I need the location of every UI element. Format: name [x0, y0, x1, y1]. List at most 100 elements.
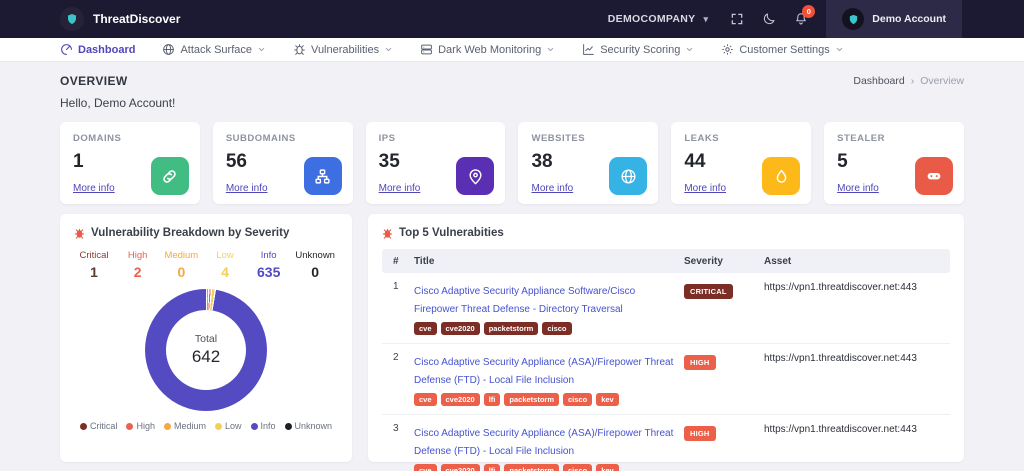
vulnerability-title-link[interactable]: Cisco Adaptive Security Appliance (ASA)/…	[414, 357, 673, 386]
row-severity-cell: CRITICAL	[684, 281, 764, 299]
row-asset: https://vpn1.threatdiscover.net:443	[764, 281, 950, 293]
tag-badge: kev	[596, 393, 619, 406]
severity-stat-label: Low	[208, 250, 242, 261]
row-number: 2	[382, 352, 414, 363]
bug-icon	[74, 228, 85, 239]
severity-stat-value: 4	[208, 264, 242, 280]
row-title-cell: Cisco Adaptive Security Appliance (ASA)/…	[414, 352, 684, 406]
breadcrumb: Dashboard › Overview	[853, 75, 964, 87]
severity-badge: HIGH	[684, 426, 716, 441]
stat-card-label: IPS	[379, 133, 493, 144]
panel-title: Top 5 Vulnerabities	[399, 227, 504, 239]
bug-icon	[293, 43, 306, 56]
nav-item-customer-settings[interactable]: Customer Settings	[721, 43, 843, 56]
more-info-link[interactable]: More info	[531, 183, 573, 194]
dark-mode-moon-icon[interactable]	[762, 12, 776, 26]
notifications-bell-icon[interactable]: 0	[794, 12, 808, 26]
breadcrumb-current: Overview	[920, 75, 964, 87]
nav-item-attack-surface[interactable]: Attack Surface	[162, 43, 266, 56]
chevron-down-icon	[685, 45, 694, 54]
caret-down-icon: ▾	[703, 14, 708, 25]
breadcrumb-dashboard[interactable]: Dashboard	[853, 75, 904, 87]
chart-line-icon	[582, 43, 595, 56]
severity-stat-label: Info	[252, 250, 286, 261]
server-icon	[420, 43, 433, 56]
tag-badge: cve	[414, 464, 437, 471]
severity-stat-critical: Critical 1	[77, 250, 111, 280]
severity-stat-label: Unknown	[295, 250, 335, 261]
severity-stat-info: Info635	[252, 250, 286, 280]
severity-stat-value: 0	[164, 264, 198, 280]
legend-dot-icon	[251, 423, 258, 430]
chevron-down-icon	[835, 45, 844, 54]
nav-label: Dashboard	[78, 44, 135, 56]
link-icon	[151, 157, 189, 195]
severity-stat-value: 2	[121, 264, 155, 280]
chevron-down-icon	[546, 45, 555, 54]
more-info-link[interactable]: More info	[379, 183, 421, 194]
nav-item-vulnerabilities[interactable]: Vulnerabilities	[293, 43, 393, 56]
severity-badge: CRITICAL	[684, 284, 733, 299]
table-body: 1Cisco Adaptive Security Appliance Softw…	[382, 273, 950, 471]
severity-stat-label: Critical	[77, 250, 111, 261]
vulnerability-title-link[interactable]: Cisco Adaptive Security Appliance (ASA)/…	[414, 428, 673, 457]
severity-stat-high: High2	[121, 250, 155, 280]
vulnerability-title-link[interactable]: Cisco Adaptive Security Appliance Softwa…	[414, 286, 635, 315]
more-info-link[interactable]: More info	[226, 183, 268, 194]
tag-list: cvecve2020lfipacketstormciscokev	[414, 393, 674, 406]
legend-label: Info	[261, 421, 276, 431]
legend-item-medium[interactable]: Medium	[164, 421, 206, 431]
globe-icon	[162, 43, 175, 56]
row-title-cell: Cisco Adaptive Security Appliance (ASA)/…	[414, 423, 684, 471]
severity-stat-unknown: Unknown0	[295, 250, 335, 280]
nav-item-dashboard[interactable]: Dashboard	[60, 43, 135, 56]
legend-dot-icon	[215, 423, 222, 430]
tag-list: cvecve2020lfipacketstormciscokev	[414, 464, 674, 471]
table-row: 3Cisco Adaptive Security Appliance (ASA)…	[382, 415, 950, 471]
tag-badge: cisco	[563, 393, 592, 406]
stat-card-label: LEAKS	[684, 133, 798, 144]
more-info-link[interactable]: More info	[73, 183, 115, 194]
globe-icon	[609, 157, 647, 195]
gauge-icon	[60, 43, 73, 56]
tag-badge: lfi	[484, 393, 501, 406]
legend-item-unknown[interactable]: Unknown	[285, 421, 333, 431]
more-info-link[interactable]: More info	[837, 183, 879, 194]
legend-label: Critical	[90, 421, 118, 431]
company-selector-label: DEMOCOMPANY	[608, 13, 696, 25]
bug-icon	[382, 228, 393, 239]
stat-card-subdomains: SUBDOMAINS 56 More info	[213, 122, 353, 204]
tag-badge: cve2020	[441, 393, 480, 406]
row-title-cell: Cisco Adaptive Security Appliance Softwa…	[414, 281, 684, 335]
tag-badge: packetstorm	[504, 393, 559, 406]
topbar-actions: DEMOCOMPANY ▾ 0 Demo Account	[608, 0, 962, 38]
brand-name: ThreatDiscover	[93, 12, 180, 26]
nav-item-security-scoring[interactable]: Security Scoring	[582, 43, 694, 56]
chart-legend: Critical High Medium Low Info Unknown	[74, 421, 338, 431]
table-row: 1Cisco Adaptive Security Appliance Softw…	[382, 273, 950, 344]
nav-label: Dark Web Monitoring	[438, 44, 541, 56]
chevron-down-icon	[257, 45, 266, 54]
fullscreen-icon[interactable]	[730, 12, 744, 26]
avatar	[842, 8, 864, 30]
severity-stat-value: 1	[77, 264, 111, 280]
account-name: Demo Account	[872, 13, 946, 25]
more-info-link[interactable]: More info	[684, 183, 726, 194]
legend-dot-icon	[164, 423, 171, 430]
nav-item-dark-web-monitoring[interactable]: Dark Web Monitoring	[420, 43, 555, 56]
severity-stats-row: Critical1High2Medium0Low4Info635Unknown0	[74, 250, 338, 280]
row-severity-cell: HIGH	[684, 352, 764, 370]
tag-badge: cisco	[563, 464, 592, 471]
legend-item-info[interactable]: Info	[251, 421, 276, 431]
greeting-text: Hello, Demo Account!	[60, 96, 964, 110]
brand-area[interactable]: ThreatDiscover	[60, 7, 180, 31]
droplet-icon	[762, 157, 800, 195]
legend-item-critical[interactable]: Critical	[80, 421, 118, 431]
legend-item-high[interactable]: High	[126, 421, 155, 431]
company-selector[interactable]: DEMOCOMPANY ▾	[608, 13, 709, 25]
account-menu[interactable]: Demo Account	[826, 0, 962, 38]
severity-donut-chart[interactable]: Total 642	[145, 289, 267, 411]
row-asset: https://vpn1.threatdiscover.net:443	[764, 352, 950, 364]
mask-icon	[915, 157, 953, 195]
legend-item-low[interactable]: Low	[215, 421, 242, 431]
